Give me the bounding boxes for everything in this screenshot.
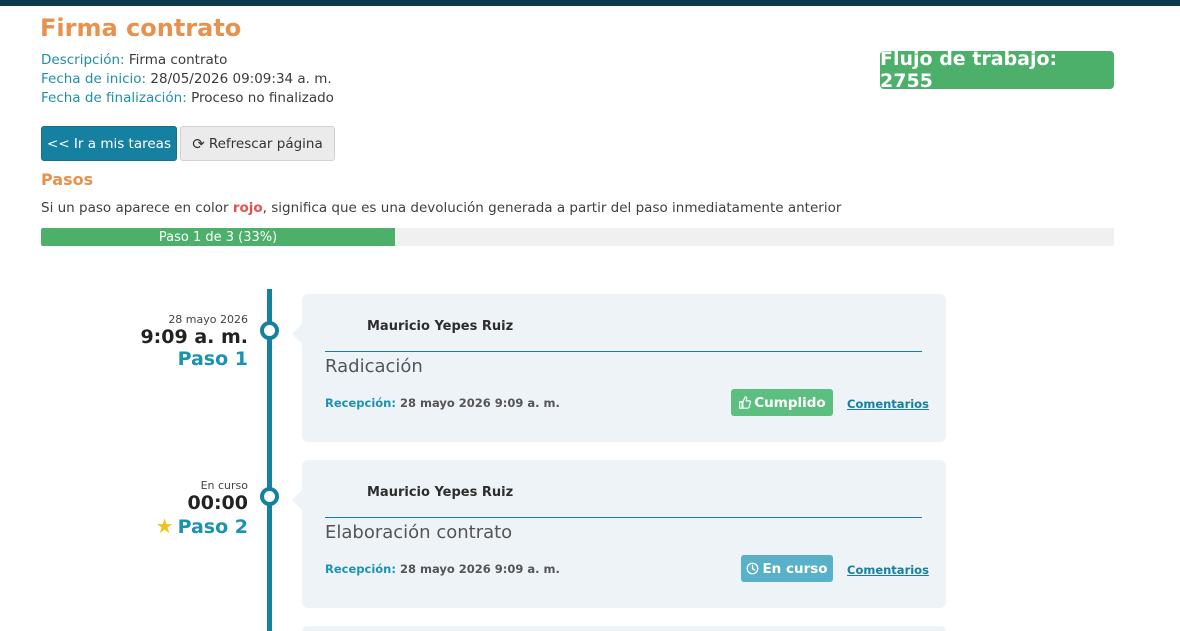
status-badge: Cumplido bbox=[731, 389, 833, 416]
workflow-badge: Flujo de trabajo: 2755 bbox=[880, 48, 1114, 92]
refresh-page-button[interactable]: ⟳ Refrescar página bbox=[180, 126, 335, 161]
step-divider bbox=[325, 351, 922, 352]
timeline-step-label: Paso 2 bbox=[177, 516, 248, 538]
meta-description-value: Firma contrato bbox=[128, 52, 228, 68]
process-meta: Descripción: Firma contrato Fecha de ini… bbox=[41, 51, 334, 108]
refresh-page-label: Refrescar página bbox=[208, 135, 323, 152]
page-title: Firma contrato bbox=[40, 14, 242, 42]
meta-end-date-label: Fecha de finalización: bbox=[41, 90, 187, 106]
timeline-dot bbox=[260, 487, 279, 506]
clock-icon bbox=[747, 562, 759, 575]
comments-link[interactable]: Comentarios bbox=[847, 397, 929, 411]
step-reception-label: Recepción: bbox=[325, 396, 396, 410]
steps-heading: Pasos bbox=[41, 170, 94, 189]
comments-link[interactable]: Comentarios bbox=[847, 563, 929, 577]
meta-start-date: Fecha de inicio: 28/05/2026 09:09:34 a. … bbox=[41, 70, 334, 89]
go-to-my-tasks-button[interactable]: << Ir a mis tareas bbox=[41, 126, 177, 161]
meta-end-date-value: Proceso no finalizado bbox=[191, 90, 334, 106]
timeline-step-label: Paso 1 bbox=[177, 348, 248, 370]
timeline-step: ★ Paso 2 bbox=[156, 514, 248, 538]
status-label: En curso bbox=[762, 560, 828, 577]
timeline-date-small: 28 mayo 2026 bbox=[168, 313, 248, 326]
star-icon: ★ bbox=[155, 514, 174, 538]
timeline-line bbox=[267, 289, 272, 631]
step-reception-value: 28 mayo 2026 9:09 a. m. bbox=[399, 562, 560, 576]
meta-end-date: Fecha de finalización: Proceso no finali… bbox=[41, 89, 334, 108]
step-card-partial bbox=[302, 626, 946, 631]
step-assignee: Mauricio Yepes Ruiz bbox=[367, 319, 514, 334]
steps-progress-label: Paso 1 de 3 (33%) bbox=[158, 229, 278, 245]
timeline-date-step-2: En curso 00:00 ★ Paso 2 bbox=[156, 479, 248, 538]
timeline-date-small: En curso bbox=[200, 479, 248, 492]
step-card: Mauricio Yepes Ruiz Radicación Recepción… bbox=[292, 294, 946, 442]
steps-note-prefix: Si un paso aparece en color bbox=[41, 200, 233, 216]
top-bar bbox=[0, 0, 1180, 6]
meta-start-date-value: 28/05/2026 09:09:34 a. m. bbox=[150, 71, 332, 87]
meta-description-label: Descripción: bbox=[41, 52, 125, 68]
timeline-dot bbox=[260, 321, 279, 340]
steps-progress-bar: Paso 1 de 3 (33%) bbox=[41, 228, 1114, 246]
go-to-my-tasks-label: << Ir a mis tareas bbox=[47, 135, 171, 152]
step-assignee: Mauricio Yepes Ruiz bbox=[367, 485, 514, 500]
steps-note: Si un paso aparece en color rojo, signif… bbox=[41, 200, 841, 216]
timeline-time: 00:00 bbox=[187, 492, 248, 514]
meta-description: Descripción: Firma contrato bbox=[41, 51, 334, 70]
step-reception: Recepción: 28 mayo 2026 9:09 a. m. bbox=[325, 396, 560, 410]
step-reception: Recepción: 28 mayo 2026 9:09 a. m. bbox=[325, 562, 560, 576]
steps-progress-fill: Paso 1 de 3 (33%) bbox=[41, 228, 396, 246]
steps-note-red: rojo bbox=[232, 200, 263, 216]
timeline-date-step-1: 28 mayo 2026 9:09 a. m. Paso 1 bbox=[140, 313, 248, 370]
steps-note-suffix: , significa que es una devolución genera… bbox=[262, 200, 842, 216]
step-task-name: Radicación bbox=[325, 356, 423, 377]
status-label: Cumplido bbox=[754, 394, 826, 411]
thumbs-up-icon bbox=[739, 396, 752, 409]
meta-start-date-label: Fecha de inicio: bbox=[41, 71, 147, 87]
timeline-time: 9:09 a. m. bbox=[140, 326, 248, 348]
step-reception-label: Recepción: bbox=[325, 562, 396, 576]
step-card: Mauricio Yepes Ruiz Elaboración contrato… bbox=[292, 460, 946, 608]
status-badge: En curso bbox=[741, 555, 833, 582]
step-reception-value: 28 mayo 2026 9:09 a. m. bbox=[399, 396, 560, 410]
step-task-name: Elaboración contrato bbox=[325, 522, 513, 543]
step-divider bbox=[325, 517, 922, 518]
refresh-icon: ⟳ bbox=[192, 134, 205, 153]
